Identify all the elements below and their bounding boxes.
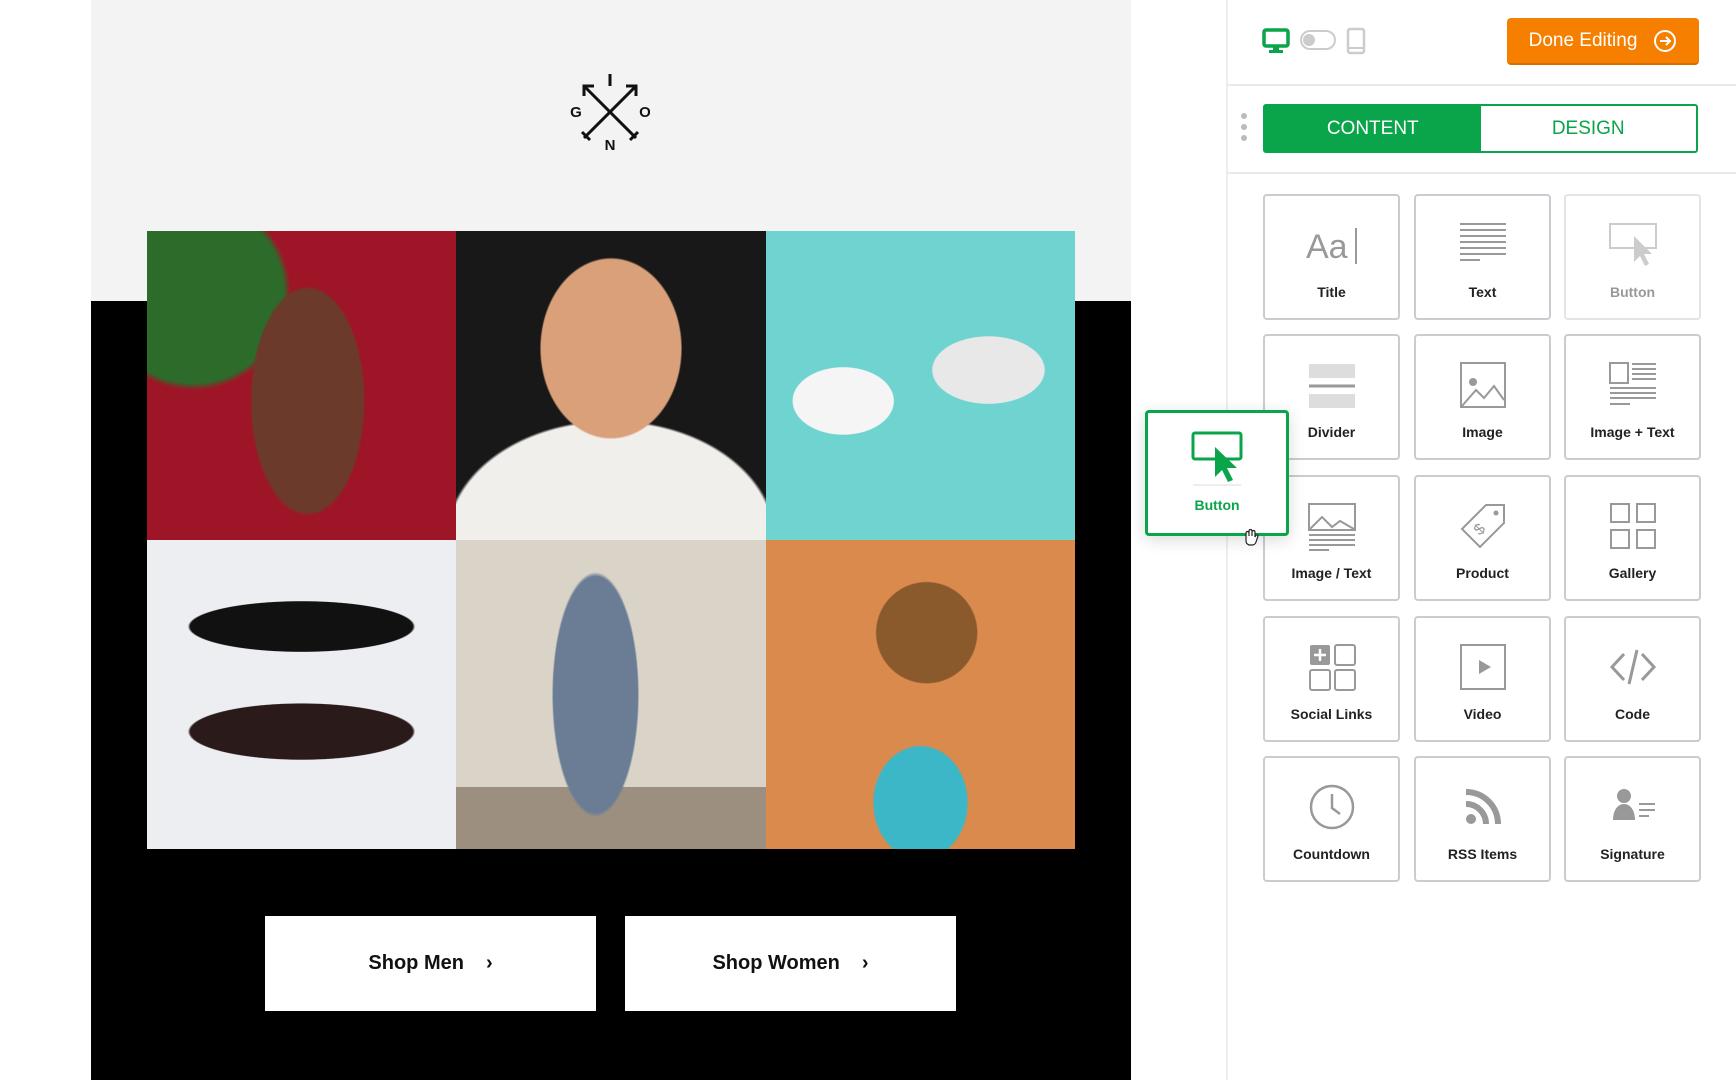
block-text[interactable]: Text [1414,194,1551,320]
block-label: Gallery [1608,565,1657,581]
block-label: Video [1463,706,1502,722]
photo-woman-orange[interactable] [765,540,1075,849]
dragging-button-block[interactable]: Button [1145,410,1289,536]
brand-logo: G O N [570,74,650,152]
desktop-view-icon[interactable] [1262,28,1290,54]
block-label: Signature [1600,846,1665,862]
block-countdown[interactable]: Countdown [1263,756,1400,882]
shop-men-label: Shop Men [368,952,464,974]
block-code[interactable]: Code [1564,616,1701,742]
mobile-view-icon[interactable] [1346,27,1366,55]
block-rss-items[interactable]: RSS Items [1414,756,1551,882]
tab-content[interactable]: CONTENT [1265,106,1481,151]
block-label: Code [1615,706,1650,722]
text-icon [1458,212,1508,278]
block-title[interactable]: Aa Title [1263,194,1400,320]
title-icon: Aa [1302,212,1362,278]
block-image-text[interactable]: Image + Text [1564,334,1701,460]
photo-sneakers[interactable] [765,231,1075,540]
grab-cursor-icon [1245,528,1259,546]
photo-sunglasses[interactable] [147,540,457,849]
view-toggle[interactable] [1300,30,1336,50]
dragging-block-label: Button [1194,497,1240,513]
photo-grid [147,231,1075,849]
video-icon [1458,634,1508,700]
code-icon [1608,634,1658,700]
svg-text:O: O [639,104,650,121]
done-editing-button[interactable]: Done Editing [1507,18,1699,65]
block-button[interactable]: Button [1564,194,1701,320]
divider-icon [1307,352,1357,418]
chevron-right-icon: › [861,952,869,974]
image-over-text-icon [1307,493,1357,559]
gallery-icon [1608,493,1658,559]
block-image[interactable]: Image [1414,334,1551,460]
block-social-links[interactable]: Social Links [1263,616,1400,742]
shop-men-button[interactable]: Shop Men › [265,916,596,1011]
photo-woman-red[interactable] [147,231,457,540]
rss-icon [1458,774,1508,840]
button-icon [1191,431,1243,486]
svg-text:G: G [570,104,582,121]
block-label: Image + Text [1590,424,1675,440]
divider [1227,84,1736,86]
shop-women-label: Shop Women [712,952,840,974]
button-icon [1608,212,1658,278]
photo-bearded-man[interactable] [456,231,766,540]
block-label: Countdown [1293,846,1370,862]
tab-design[interactable]: DESIGN [1481,106,1697,151]
price-tag-icon: $ [1458,493,1508,559]
block-gallery[interactable]: Gallery [1564,475,1701,601]
block-label: RSS Items [1447,846,1518,862]
block-label: Title [1317,284,1346,300]
chevron-right-icon: › [485,952,493,974]
block-signature[interactable]: Signature [1564,756,1701,882]
svg-text:$: $ [1470,521,1488,539]
block-label: Image / Text [1291,565,1372,581]
done-editing-label: Done Editing [1528,29,1638,51]
image-text-icon [1608,352,1658,418]
drag-handle-icon[interactable] [1240,112,1248,144]
block-label: Product [1456,565,1509,581]
panel-tabs: CONTENT DESIGN [1263,104,1698,153]
block-label: Image [1462,424,1503,440]
shop-women-button[interactable]: Shop Women › [625,916,956,1011]
block-video[interactable]: Video [1414,616,1551,742]
block-product[interactable]: $ Product [1414,475,1551,601]
block-label: Divider [1307,424,1356,440]
block-label: Text [1468,284,1497,300]
block-label: Button [1609,284,1656,300]
image-icon [1458,352,1508,418]
photo-couple[interactable] [456,540,766,849]
signature-icon [1608,774,1658,840]
social-icon [1307,634,1357,700]
arrow-right-circle-icon [1654,29,1677,52]
block-label: Social Links [1290,706,1373,722]
svg-text:Aa: Aa [1306,228,1348,266]
svg-text:N: N [605,137,616,152]
clock-icon [1307,774,1357,840]
divider [1227,172,1736,174]
